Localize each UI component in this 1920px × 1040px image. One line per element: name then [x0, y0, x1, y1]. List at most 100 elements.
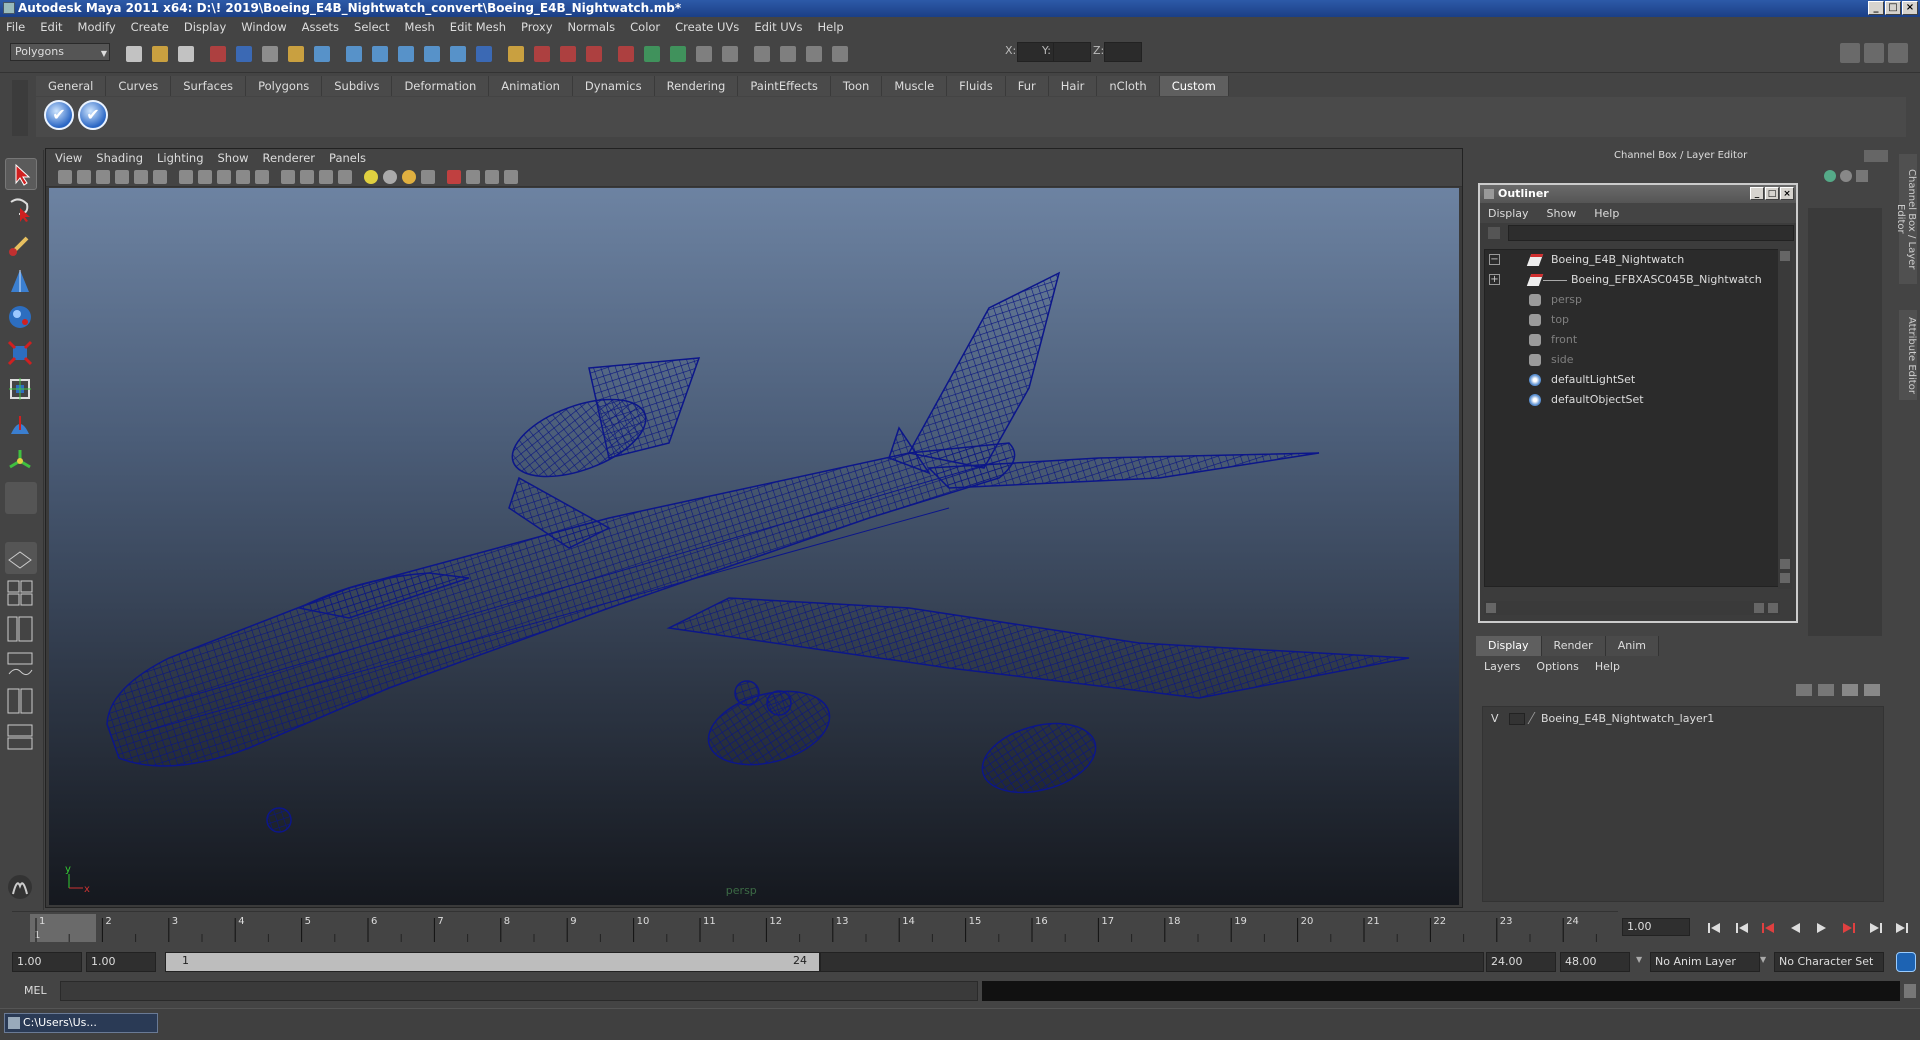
outliner-search-input[interactable]: [1508, 225, 1794, 241]
history-icon[interactable]: [508, 46, 524, 62]
scroll-left-icon[interactable]: [1486, 603, 1496, 613]
scale-tool-icon[interactable]: [5, 338, 37, 370]
shelf-tab-toon[interactable]: Toon: [830, 76, 883, 96]
smooth-shade-icon[interactable]: [300, 170, 314, 184]
shelf-tab-polygons[interactable]: Polygons: [246, 76, 323, 96]
menu-modify[interactable]: Modify: [78, 20, 116, 34]
camera-icon[interactable]: [780, 46, 796, 62]
checkmark-icon[interactable]: ✔: [44, 100, 74, 130]
output-ops-icon[interactable]: [560, 46, 576, 62]
menu-file[interactable]: File: [6, 20, 25, 34]
tab-channel-box[interactable]: Channel Box / Layer Editor: [1895, 154, 1917, 284]
persp-outliner-layout-icon[interactable]: [5, 614, 37, 646]
single-pane-icon[interactable]: [485, 170, 499, 184]
shelf-tab-custom[interactable]: Custom: [1159, 76, 1229, 96]
taskbar-item[interactable]: C:\Users\Us...: [4, 1013, 158, 1033]
safe-action-icon[interactable]: [236, 170, 250, 184]
select-component-icon[interactable]: [262, 46, 278, 62]
grid-toggle-icon[interactable]: [134, 170, 148, 184]
script-editor-icon[interactable]: [1904, 984, 1916, 998]
outliner-title-bar[interactable]: Outliner _ □ ×: [1480, 185, 1796, 203]
outliner-menu-show[interactable]: Show: [1547, 207, 1577, 220]
wireframe-on-shaded-icon[interactable]: [319, 170, 333, 184]
hypershade-icon[interactable]: [696, 46, 712, 62]
scroll-down-icon[interactable]: [1780, 573, 1790, 583]
layer-menu-options[interactable]: Options: [1536, 660, 1578, 673]
single-perspective-layout-icon[interactable]: [5, 542, 37, 574]
outliner-horizontal-scrollbar[interactable]: [1484, 601, 1780, 615]
playback-end-field[interactable]: 24.00: [1486, 952, 1556, 972]
layer-tab-anim[interactable]: Anim: [1605, 636, 1659, 656]
range-slider[interactable]: 1 24: [165, 952, 820, 972]
gate-mask-icon[interactable]: [198, 170, 212, 184]
keyframe-icon[interactable]: [1824, 170, 1836, 182]
layer-playback-toggle[interactable]: [1509, 713, 1525, 725]
menu-proxy[interactable]: Proxy: [521, 20, 553, 34]
checkmark-icon[interactable]: ✔: [78, 100, 108, 130]
new-layer-icon[interactable]: [1796, 684, 1812, 696]
shelf-tab-painteffects[interactable]: PaintEffects: [738, 76, 831, 96]
all-lights-icon[interactable]: [383, 170, 397, 184]
select-hierarchy-icon[interactable]: [210, 46, 226, 62]
pin-icon[interactable]: [1856, 170, 1868, 182]
menu-edit[interactable]: Edit: [40, 20, 62, 34]
shelf-tab-muscle[interactable]: Muscle: [882, 76, 948, 96]
time-slider[interactable]: 1 1 2 3 4 5 6 7 8 9 10 11 12 13 14 15 16 17 18 19 20 21 22 23 24: [12, 911, 1618, 944]
contrast-icon[interactable]: [1840, 170, 1852, 182]
hypershade-layout-icon[interactable]: [5, 686, 37, 718]
lock-camera-icon[interactable]: [77, 170, 91, 184]
snap-surface-icon[interactable]: [424, 46, 440, 62]
save-scene-icon[interactable]: [178, 46, 194, 62]
menu-help[interactable]: Help: [818, 20, 844, 34]
outliner-close-button[interactable]: ×: [1780, 187, 1794, 200]
input-ops-icon[interactable]: [534, 46, 550, 62]
layer-row[interactable]: V Boeing_E4B_Nightwatch_layer1: [1485, 710, 1881, 728]
collapse-icon[interactable]: −: [1489, 254, 1500, 265]
shelf-tab-ncloth[interactable]: nCloth: [1097, 76, 1160, 96]
move-up-icon[interactable]: [1842, 684, 1858, 696]
menu-normals[interactable]: Normals: [568, 20, 616, 34]
show-manipulator-icon[interactable]: [5, 446, 37, 478]
new-scene-icon[interactable]: [126, 46, 142, 62]
shelf-menu-icon[interactable]: [12, 80, 28, 136]
menu-set-selector[interactable]: Polygons ▼: [10, 43, 110, 61]
scroll-right-icon[interactable]: [1768, 603, 1778, 613]
shelf-tab-hair[interactable]: Hair: [1048, 76, 1098, 96]
paint-select-icon[interactable]: [5, 230, 37, 262]
multi-pane-icon[interactable]: [504, 170, 518, 184]
shelf-tab-deformation[interactable]: Deformation: [392, 76, 490, 96]
command-input[interactable]: [60, 981, 978, 1001]
character-set-selector[interactable]: No Character Set: [1774, 952, 1884, 972]
z-field[interactable]: [1104, 42, 1142, 62]
show-tool-settings-icon[interactable]: [1864, 43, 1884, 63]
search-options-icon[interactable]: [1488, 227, 1500, 239]
shelf-tab-general[interactable]: General: [36, 76, 107, 96]
resolution-gate-icon[interactable]: [179, 170, 193, 184]
shelf-tab-rendering[interactable]: Rendering: [654, 76, 739, 96]
menu-assets[interactable]: Assets: [302, 20, 339, 34]
menu-edit-mesh[interactable]: Edit Mesh: [450, 20, 506, 34]
auto-key-icon[interactable]: [1896, 952, 1916, 972]
show-attribute-editor-icon[interactable]: [1840, 43, 1860, 63]
panel-float-icon[interactable]: [1864, 150, 1888, 162]
outliner-item[interactable]: front: [1485, 331, 1775, 349]
show-channel-box-icon[interactable]: [1888, 43, 1908, 63]
layer-tab-display[interactable]: Display: [1476, 636, 1542, 656]
lock-icon[interactable]: [288, 46, 304, 62]
menu-display[interactable]: Display: [184, 20, 226, 34]
shelf-tab-fluids[interactable]: Fluids: [947, 76, 1006, 96]
open-scene-icon[interactable]: [152, 46, 168, 62]
anim-layer-selector[interactable]: No Anim Layer: [1650, 952, 1760, 972]
select-tool-icon[interactable]: [5, 158, 37, 190]
viewport-menu-renderer[interactable]: Renderer: [263, 151, 316, 165]
four-view-layout-icon[interactable]: [5, 578, 37, 610]
playback-start-field[interactable]: 1.00: [86, 952, 156, 972]
outliner-menu-display[interactable]: Display: [1488, 207, 1529, 220]
wireframe-icon[interactable]: [281, 170, 295, 184]
shadows-icon[interactable]: [402, 170, 416, 184]
outliner-vertical-scrollbar[interactable]: [1778, 249, 1792, 589]
layer-menu-layers[interactable]: Layers: [1484, 660, 1520, 673]
outliner-item[interactable]: defaultObjectSet: [1485, 391, 1775, 409]
render-settings-icon[interactable]: [670, 46, 686, 62]
xray-icon[interactable]: [421, 170, 435, 184]
